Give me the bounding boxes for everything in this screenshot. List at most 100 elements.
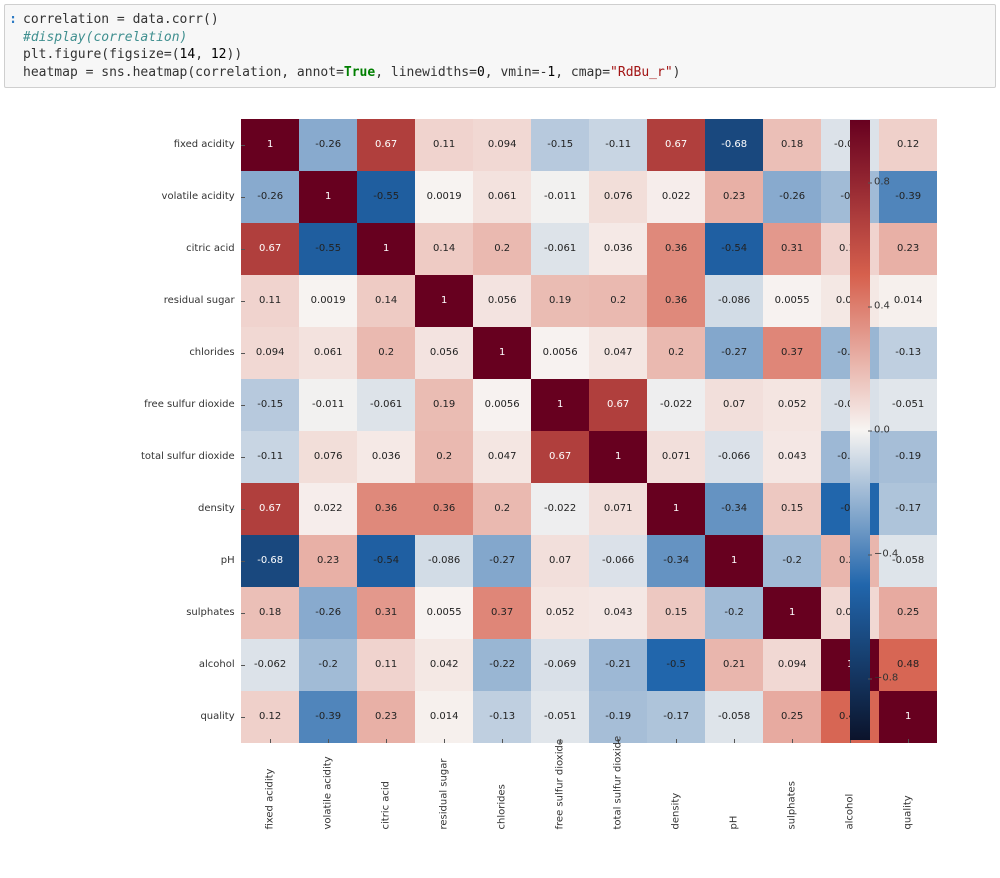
heatmap-cell: 0.022 (647, 171, 705, 223)
heatmap-cell: 0.094 (241, 327, 299, 379)
heatmap-cell: 0.022 (299, 483, 357, 535)
heatmap-cell: 0.31 (763, 223, 821, 275)
row-label: volatile acidity (140, 171, 241, 223)
heatmap-cell: 0.047 (589, 327, 647, 379)
colorbar (850, 120, 870, 740)
heatmap-cell: 0.094 (473, 119, 531, 171)
heatmap-cell: 0.67 (531, 431, 589, 483)
col-label: total sulfur dioxide (589, 743, 647, 846)
heatmap-cell: -0.21 (589, 639, 647, 691)
heatmap-cell: -0.11 (241, 431, 299, 483)
input-prompt: : (9, 11, 23, 81)
heatmap-cell: 0.67 (241, 483, 299, 535)
heatmap-cell: 0.25 (879, 587, 937, 639)
heatmap-cell: 0.07 (705, 379, 763, 431)
heatmap-cell: -0.54 (357, 535, 415, 587)
heatmap-cell: -0.26 (763, 171, 821, 223)
colorbar-tick: 0.4 (874, 301, 890, 312)
heatmap-cell: 0.047 (473, 431, 531, 483)
heatmap-cell: -0.058 (705, 691, 763, 743)
heatmap-cell: 0.2 (415, 431, 473, 483)
heatmap-cell: 0.061 (299, 327, 357, 379)
heatmap-cell: -0.13 (879, 327, 937, 379)
heatmap-cell: 1 (473, 327, 531, 379)
heatmap-cell: 0.36 (647, 223, 705, 275)
heatmap-cell: -0.15 (241, 379, 299, 431)
colorbar-tick: −0.4 (874, 549, 898, 560)
heatmap-cell: -0.26 (299, 587, 357, 639)
heatmap-cell: -0.086 (415, 535, 473, 587)
heatmap-cell: 0.076 (299, 431, 357, 483)
heatmap-cell: 0.056 (415, 327, 473, 379)
heatmap-cell: -0.058 (879, 535, 937, 587)
heatmap-cell: -0.022 (647, 379, 705, 431)
col-label: residual sugar (415, 743, 473, 846)
heatmap-cell: 0.31 (357, 587, 415, 639)
heatmap-cell: 1 (241, 119, 299, 171)
heatmap-cell: 1 (531, 379, 589, 431)
col-label: fixed acidity (241, 743, 299, 846)
heatmap-cell: 0.014 (415, 691, 473, 743)
row-label: density (140, 483, 241, 535)
heatmap-cell: -0.022 (531, 483, 589, 535)
colorbar-tick: −0.8 (874, 673, 898, 684)
heatmap-cell: 0.2 (647, 327, 705, 379)
heatmap-cell: 0.0019 (415, 171, 473, 223)
heatmap-cell: -0.062 (241, 639, 299, 691)
heatmap-cell: 0.0019 (299, 275, 357, 327)
heatmap-cell: 0.21 (705, 639, 763, 691)
heatmap-cell: 0.23 (299, 535, 357, 587)
heatmap-cell: 0.071 (589, 483, 647, 535)
heatmap-cell: 0.19 (415, 379, 473, 431)
col-label: free sulfur dioxide (531, 743, 589, 846)
heatmap-cell: 0.36 (647, 275, 705, 327)
heatmap-cell: 0.37 (473, 587, 531, 639)
heatmap-cell: 0.12 (241, 691, 299, 743)
heatmap-cell: 0.071 (647, 431, 705, 483)
row-label: residual sugar (140, 275, 241, 327)
colorbar-tick: 0.0 (874, 425, 890, 436)
heatmap-cell: -0.2 (299, 639, 357, 691)
heatmap-cell: -0.2 (763, 535, 821, 587)
row-label: total sulfur dioxide (140, 431, 241, 483)
heatmap-cell: 0.23 (879, 223, 937, 275)
heatmap-cell: -0.55 (299, 223, 357, 275)
heatmap-cell: 0.36 (357, 483, 415, 535)
row-label: pH (140, 535, 241, 587)
heatmap-cell: 0.15 (647, 587, 705, 639)
heatmap-cell: 1 (705, 535, 763, 587)
heatmap-cell: 0.2 (357, 327, 415, 379)
heatmap-cell: 0.036 (589, 223, 647, 275)
col-label: sulphates (763, 743, 821, 846)
heatmap-grid: fixed acidity1-0.260.670.110.094-0.15-0.… (140, 118, 938, 845)
col-label: quality (879, 743, 937, 846)
heatmap-cell: -0.26 (241, 171, 299, 223)
heatmap-cell: 0.15 (763, 483, 821, 535)
col-label: pH (705, 743, 763, 846)
heatmap-cell: 0.67 (647, 119, 705, 171)
heatmap-cell: -0.061 (357, 379, 415, 431)
heatmap-cell: 0.052 (531, 587, 589, 639)
heatmap-cell: -0.55 (357, 171, 415, 223)
row-label: free sulfur dioxide (140, 379, 241, 431)
heatmap-cell: -0.26 (299, 119, 357, 171)
heatmap-cell: 0.0055 (415, 587, 473, 639)
heatmap-cell: 0.11 (241, 275, 299, 327)
heatmap-cell: 0.042 (415, 639, 473, 691)
heatmap-cell: 0.25 (763, 691, 821, 743)
heatmap-cell: -0.11 (589, 119, 647, 171)
heatmap-cell: 0.14 (415, 223, 473, 275)
heatmap-cell: -0.39 (299, 691, 357, 743)
code-cell: : correlation = data.corr() #display(cor… (4, 4, 996, 88)
heatmap-cell: -0.68 (241, 535, 299, 587)
col-label: volatile acidity (299, 743, 357, 846)
heatmap-cell: 0.14 (357, 275, 415, 327)
heatmap-cell: -0.68 (705, 119, 763, 171)
heatmap-cell: -0.011 (531, 171, 589, 223)
row-label: citric acid (140, 223, 241, 275)
heatmap-cell: -0.15 (531, 119, 589, 171)
heatmap-cell: 0.043 (589, 587, 647, 639)
heatmap-cell: -0.086 (705, 275, 763, 327)
heatmap-cell: 0.2 (589, 275, 647, 327)
heatmap-cell: 1 (299, 171, 357, 223)
